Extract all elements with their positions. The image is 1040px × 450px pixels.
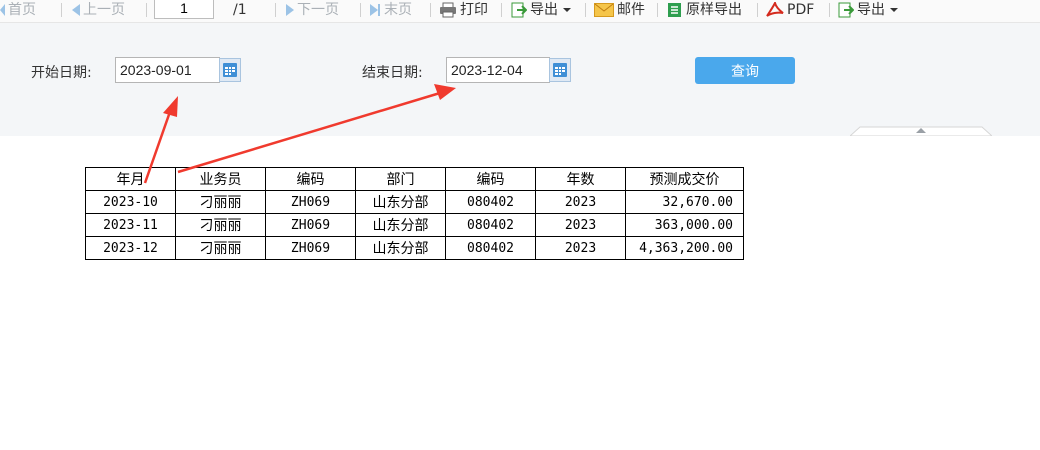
table-header-row: 年月 业务员 编码 部门 编码 年数 预测成交价 (85, 167, 744, 191)
report-toolbar: 首页 上一页 /1 下一页 末页 打印 导出 (0, 0, 1040, 23)
prev-page-icon (72, 4, 80, 16)
mail-button[interactable]: 邮件 (594, 0, 645, 20)
page-number-input[interactable] (154, 0, 214, 19)
table-cell: ZH069 (265, 190, 356, 214)
export-label: 导出 (530, 2, 558, 18)
next-page-label: 下一页 (297, 2, 339, 18)
table-cell: 山东分部 (355, 190, 446, 214)
prev-page-button[interactable]: 上一页 (72, 0, 125, 20)
table-cell: 山东分部 (355, 236, 446, 260)
start-date-label: 开始日期: (31, 65, 92, 81)
raw-export-label: 原样导出 (686, 2, 742, 18)
column-header: 编码 (445, 167, 536, 191)
table-cell: 刁丽丽 (175, 236, 266, 260)
column-header: 年数 (535, 167, 626, 191)
table-cell: 2023-10 (85, 190, 176, 214)
printer-icon (440, 2, 456, 18)
toolbar-divider (657, 3, 658, 17)
table-cell: 2023-11 (85, 213, 176, 237)
first-page-label: 首页 (8, 2, 36, 18)
end-date-input[interactable] (446, 57, 550, 83)
export-icon (838, 2, 854, 18)
table-cell: 363,000.00 (625, 213, 744, 237)
chevron-down-icon (890, 8, 898, 12)
end-date-picker-button[interactable] (549, 58, 571, 82)
toolbar-divider (275, 3, 276, 17)
query-button[interactable]: 查询 (695, 57, 795, 84)
spreadsheet-icon (668, 3, 681, 17)
toolbar-divider (757, 3, 758, 17)
table-cell: 2023 (535, 190, 626, 214)
toolbar-divider (360, 3, 361, 17)
table-cell: 2023 (535, 236, 626, 260)
table-cell: 080402 (445, 190, 536, 214)
print-button[interactable]: 打印 (439, 0, 488, 20)
table-cell: 山东分部 (355, 213, 446, 237)
toolbar-divider (585, 3, 586, 17)
first-page-button[interactable]: 首页 (0, 0, 36, 20)
column-header: 预测成交价 (625, 167, 744, 191)
start-date-input[interactable] (115, 57, 220, 83)
toolbar-divider (430, 3, 431, 17)
export-dropdown-button[interactable]: 导出 (511, 0, 571, 20)
report-table: 年月 业务员 编码 部门 编码 年数 预测成交价 2023-10 刁丽丽 ZH0… (85, 167, 744, 260)
table-cell: 刁丽丽 (175, 190, 266, 214)
table-cell: ZH069 (265, 213, 356, 237)
end-date-label: 结束日期: (362, 65, 423, 81)
table-row: 2023-12 刁丽丽 ZH069 山东分部 080402 2023 4,363… (85, 236, 744, 260)
pdf-button[interactable]: PDF (766, 0, 814, 20)
table-row: 2023-10 刁丽丽 ZH069 山东分部 080402 2023 32,67… (85, 190, 744, 214)
raw-export-button[interactable]: 原样导出 (667, 0, 742, 20)
table-cell: 2023 (535, 213, 626, 237)
prev-page-label: 上一页 (83, 2, 125, 18)
column-header: 业务员 (175, 167, 266, 191)
chevron-down-icon (563, 8, 571, 12)
column-header: 编码 (265, 167, 356, 191)
table-cell: 080402 (445, 213, 536, 237)
toolbar-divider (829, 3, 830, 17)
table-cell: 刁丽丽 (175, 213, 266, 237)
toolbar-divider (501, 3, 502, 17)
pdf-icon (766, 2, 784, 17)
pdf-label: PDF (787, 2, 815, 18)
export-label: 导出 (857, 2, 885, 18)
next-page-button[interactable]: 下一页 (286, 0, 339, 20)
column-header: 年月 (85, 167, 176, 191)
page-total: /1 (233, 2, 247, 18)
table-cell: 2023-12 (85, 236, 176, 260)
toolbar-divider (146, 3, 147, 17)
calendar-icon (553, 63, 567, 77)
last-page-label: 末页 (384, 2, 412, 18)
table-cell: ZH069 (265, 236, 356, 260)
table-cell: 32,670.00 (625, 190, 744, 214)
filter-panel: 开始日期: 结束日期: 查询 (0, 23, 1040, 136)
start-date-picker-button[interactable] (219, 58, 241, 82)
mail-label: 邮件 (617, 2, 645, 18)
last-page-icon (370, 4, 381, 16)
export-icon (511, 2, 527, 18)
table-cell: 4,363,200.00 (625, 236, 744, 260)
table-cell: 080402 (445, 236, 536, 260)
calendar-icon (223, 63, 237, 77)
print-label: 打印 (460, 2, 488, 18)
toolbar-divider (61, 3, 62, 17)
mail-icon (594, 3, 614, 17)
next-page-icon (286, 4, 294, 16)
table-row: 2023-11 刁丽丽 ZH069 山东分部 080402 2023 363,0… (85, 213, 744, 237)
collapse-panel-handle[interactable] (850, 126, 992, 136)
export-dropdown-button-2[interactable]: 导出 (838, 0, 898, 20)
last-page-button[interactable]: 末页 (370, 0, 412, 20)
column-header: 部门 (355, 167, 446, 191)
first-page-icon (0, 4, 5, 16)
